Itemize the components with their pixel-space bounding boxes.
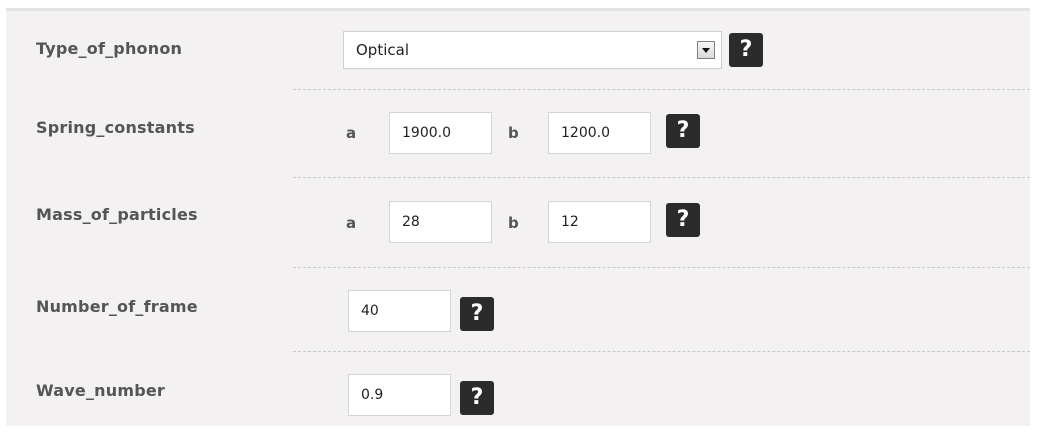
mass-b-input[interactable] xyxy=(548,201,651,243)
spring-constant-b-label: b xyxy=(508,124,519,142)
help-button-wave-number[interactable]: ? xyxy=(460,381,494,415)
spring-constant-b-input[interactable] xyxy=(548,112,651,154)
number-of-frame-label: Number_of_frame xyxy=(36,297,198,316)
mass-of-particles-label: Mass_of_particles xyxy=(36,205,198,224)
row-divider xyxy=(293,177,1030,178)
wave-number-label: Wave_number xyxy=(36,381,166,400)
type-of-phonon-selected-value: Optical xyxy=(356,41,409,59)
help-button-number-of-frame[interactable]: ? xyxy=(460,297,494,331)
row-divider xyxy=(293,89,1030,90)
help-button-mass-of-particles[interactable]: ? xyxy=(666,203,700,237)
wave-number-input[interactable] xyxy=(348,374,451,416)
row-divider xyxy=(293,267,1030,268)
row-divider xyxy=(293,351,1030,352)
chevron-down-icon[interactable] xyxy=(697,41,715,59)
type-of-phonon-label: Type_of_phonon xyxy=(36,39,183,58)
mass-a-label: a xyxy=(346,214,357,232)
number-of-frame-input[interactable] xyxy=(348,290,451,332)
mass-a-input[interactable] xyxy=(389,201,492,243)
help-button-spring-constants[interactable]: ? xyxy=(666,114,700,148)
mass-b-label: b xyxy=(508,214,519,232)
spring-constant-a-label: a xyxy=(346,124,357,142)
help-button-type-of-phonon[interactable]: ? xyxy=(729,33,763,67)
spring-constant-a-input[interactable] xyxy=(389,112,492,154)
type-of-phonon-select[interactable]: Optical xyxy=(343,31,722,69)
spring-constants-label: Spring_constants xyxy=(36,118,195,137)
form-panel: Type_of_phonon Optical ? Spring_constant… xyxy=(6,8,1030,426)
